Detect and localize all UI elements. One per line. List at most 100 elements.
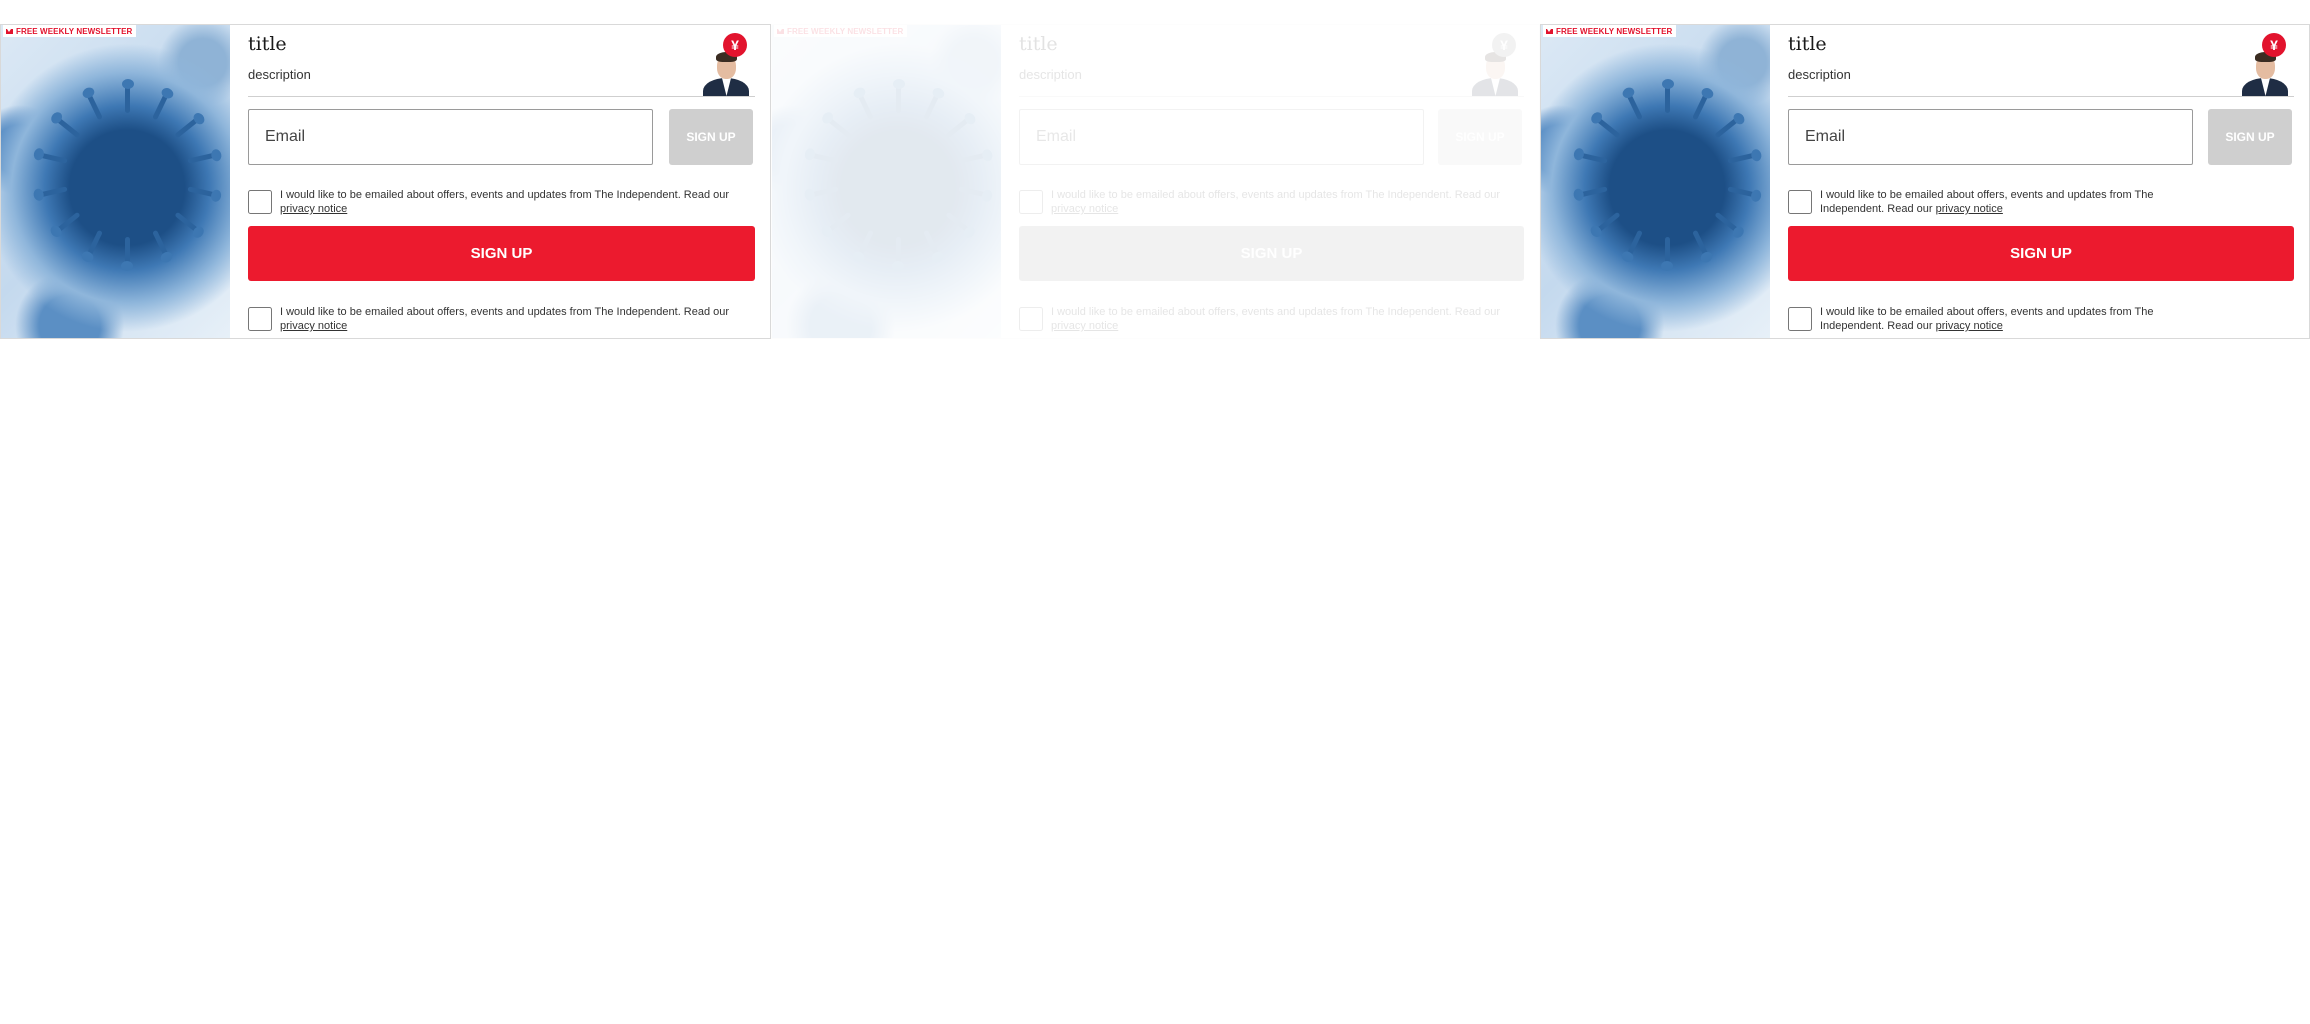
author-headshot bbox=[697, 47, 755, 96]
virus-spike bbox=[1661, 237, 1673, 271]
consent-checkbox[interactable] bbox=[248, 190, 272, 214]
sign-up-button[interactable]: Sign up bbox=[1788, 226, 2294, 281]
virus-spike bbox=[152, 229, 169, 258]
virus-spike bbox=[1714, 211, 1740, 234]
consent-row: I would like to be emailed about offers,… bbox=[248, 188, 735, 216]
consent-label: I would like to be emailed about offers,… bbox=[280, 306, 730, 318]
consent-row: I would like to be emailed about offers,… bbox=[1788, 305, 2274, 333]
author-headshot bbox=[1466, 47, 1524, 96]
email-input[interactable] bbox=[1788, 109, 2193, 165]
newsletter-widget: Free weekly newsletter title description… bbox=[0, 24, 771, 339]
consent-checkbox[interactable] bbox=[1788, 190, 1812, 214]
consent-text: I would like to be emailed about offers,… bbox=[280, 305, 735, 333]
virus-spike bbox=[121, 237, 133, 271]
independent-eagle-logo: ¥ bbox=[1492, 33, 1516, 57]
virus-spike bbox=[187, 152, 216, 164]
sign-up-button[interactable]: Sign up bbox=[1019, 226, 1524, 281]
badge-label: Free weekly newsletter bbox=[1556, 26, 1673, 36]
virus-spike bbox=[55, 211, 81, 234]
virus-spike bbox=[1626, 229, 1643, 258]
mail-icon bbox=[777, 28, 784, 34]
consent-text: I would like to be emailed about offers,… bbox=[1820, 305, 2160, 333]
newsletter-widgets-row: Free weekly newsletter title description… bbox=[0, 24, 2310, 340]
consent-row: I would like to be emailed about offers,… bbox=[1019, 305, 1504, 333]
virus-spike bbox=[892, 237, 904, 271]
consent-text: I would like to be emailed about offers,… bbox=[1051, 188, 1504, 216]
author-headshot bbox=[2236, 47, 2294, 96]
virus-spike bbox=[1727, 186, 1756, 198]
consent-checkbox[interactable] bbox=[1019, 307, 1043, 331]
consent-text: I would like to be emailed about offers,… bbox=[1051, 305, 1504, 333]
sign-up-button-small[interactable]: Sign up bbox=[669, 109, 753, 165]
newsletter-title: title bbox=[248, 33, 287, 55]
newsletter-badge: Free weekly newsletter bbox=[774, 25, 908, 37]
consent-label: I would like to be emailed about offers,… bbox=[1051, 306, 1501, 318]
virus-spike bbox=[1692, 229, 1709, 258]
newsletter-content: title description ¥ Sign up I would like… bbox=[248, 25, 755, 338]
virus-spike bbox=[1692, 92, 1709, 121]
virus-spike bbox=[958, 186, 987, 198]
virus-spike bbox=[826, 211, 852, 234]
virus-spike bbox=[857, 92, 874, 121]
virus-spike bbox=[1579, 186, 1608, 198]
header-divider bbox=[248, 96, 755, 97]
virus-spike bbox=[174, 211, 200, 234]
virus-spike bbox=[55, 116, 81, 139]
virus-hero-image bbox=[1, 25, 230, 338]
virus-spike bbox=[826, 116, 852, 139]
virus-spike bbox=[945, 211, 971, 234]
newsletter-description: description bbox=[1019, 67, 1082, 82]
newsletter-title: title bbox=[1788, 33, 1827, 55]
sign-up-button[interactable]: Sign up bbox=[248, 226, 755, 281]
newsletter-widget-faded: Free weekly newsletter title description… bbox=[771, 24, 1540, 339]
independent-eagle-logo: ¥ bbox=[2262, 33, 2286, 57]
consent-label: I would like to be emailed about offers,… bbox=[1051, 189, 1501, 201]
consent-checkbox[interactable] bbox=[1788, 307, 1812, 331]
privacy-notice-link[interactable]: privacy notice bbox=[280, 320, 347, 332]
virus-spike bbox=[810, 186, 839, 198]
mail-icon bbox=[6, 28, 13, 34]
badge-label: Free weekly newsletter bbox=[16, 26, 133, 36]
virus-spike bbox=[86, 229, 103, 258]
newsletter-widget: Free weekly newsletter title description… bbox=[1540, 24, 2310, 339]
virus-spike bbox=[174, 116, 200, 139]
privacy-notice-link[interactable]: privacy notice bbox=[1051, 203, 1118, 215]
virus-spike bbox=[1595, 211, 1621, 234]
newsletter-content: title description ¥ Sign up I would like… bbox=[1788, 25, 2294, 338]
virus-spike bbox=[187, 186, 216, 198]
independent-eagle-logo: ¥ bbox=[723, 33, 747, 57]
sign-up-button-small[interactable]: Sign up bbox=[1438, 109, 1522, 165]
email-input[interactable] bbox=[248, 109, 653, 165]
consent-checkbox[interactable] bbox=[1019, 190, 1043, 214]
virus-spike bbox=[945, 116, 971, 139]
privacy-notice-link[interactable]: privacy notice bbox=[280, 203, 347, 215]
virus-hero-image bbox=[1541, 25, 1770, 338]
consent-row: I would like to be emailed about offers,… bbox=[1019, 188, 1504, 216]
virus-spike bbox=[1727, 152, 1756, 164]
virus-spike bbox=[810, 152, 839, 164]
virus-spike bbox=[896, 85, 901, 113]
consent-label: I would like to be emailed about offers,… bbox=[280, 189, 730, 201]
privacy-notice-link[interactable]: privacy notice bbox=[1936, 203, 2003, 215]
consent-row: I would like to be emailed about offers,… bbox=[1788, 188, 2274, 216]
privacy-notice-link[interactable]: privacy notice bbox=[1051, 320, 1118, 332]
virus-spike bbox=[152, 92, 169, 121]
virus-spike bbox=[857, 229, 874, 258]
newsletter-description: description bbox=[248, 67, 311, 82]
header-divider bbox=[1019, 96, 1524, 97]
virus-spike bbox=[1626, 92, 1643, 121]
newsletter-content: title description ¥ Sign up I would like… bbox=[1019, 25, 1524, 338]
virus-spike bbox=[923, 229, 940, 258]
consent-row: I would like to be emailed about offers,… bbox=[248, 305, 735, 333]
virus-spike bbox=[958, 152, 987, 164]
email-input[interactable] bbox=[1019, 109, 1424, 165]
consent-checkbox[interactable] bbox=[248, 307, 272, 331]
privacy-notice-link[interactable]: privacy notice bbox=[1936, 320, 2003, 332]
virus-spike bbox=[923, 92, 940, 121]
virus-spike bbox=[1579, 152, 1608, 164]
virus-spike bbox=[1714, 116, 1740, 139]
newsletter-description: description bbox=[1788, 67, 1851, 82]
sign-up-button-small[interactable]: Sign up bbox=[2208, 109, 2292, 165]
virus-spike bbox=[1595, 116, 1621, 139]
virus-spike bbox=[125, 85, 130, 113]
